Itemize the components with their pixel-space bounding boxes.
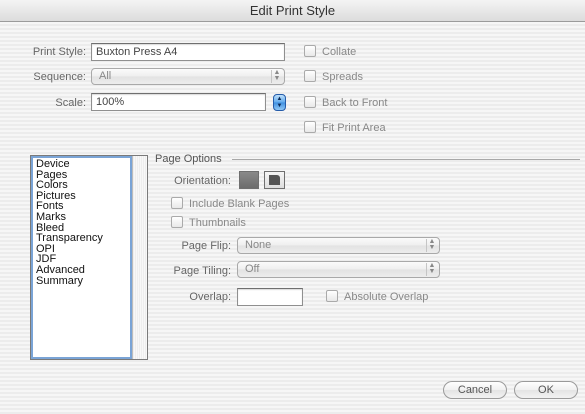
- spreads-label: Spreads: [322, 71, 363, 83]
- ok-button[interactable]: OK: [514, 381, 578, 399]
- collate-label: Collate: [322, 46, 357, 58]
- page-flip-popup-value: None: [245, 239, 272, 251]
- page-options-divider: [232, 159, 580, 160]
- thumbnails-label: Thumbnails: [189, 217, 246, 229]
- sequence-label: Sequence:: [33, 71, 86, 83]
- up-down-arrows-icon: ▲ ▼: [426, 238, 437, 252]
- thumbnails-checkbox[interactable]: Thumbnails: [171, 216, 246, 230]
- stepper-arrows-icon: ▲ ▼: [276, 96, 283, 109]
- absolute-overlap-checkbox[interactable]: Absolute Overlap: [326, 290, 428, 304]
- page-flip-label: Page Flip:: [181, 240, 231, 252]
- print-style-input[interactable]: Buxton Press A4: [91, 43, 285, 61]
- fit-print-area-label: Fit Print Area: [322, 122, 386, 134]
- checkbox-icon: [304, 45, 316, 57]
- back-to-front-label: Back to Front: [322, 97, 388, 109]
- print-settings-category-list[interactable]: Device Pages Colors Pictures Fonts Marks…: [30, 155, 148, 360]
- up-down-arrows-icon: ▲ ▼: [271, 69, 282, 83]
- checkbox-icon: [304, 96, 316, 108]
- overlap-label: Overlap:: [189, 291, 231, 303]
- back-to-front-checkbox[interactable]: Back to Front: [304, 96, 387, 110]
- print-style-label: Print Style:: [32, 46, 86, 58]
- list-item-summary[interactable]: Summary: [36, 275, 127, 287]
- portrait-icon[interactable]: [239, 171, 259, 189]
- include-blank-pages-label: Include Blank Pages: [189, 198, 290, 210]
- list-scrollbar[interactable]: [132, 156, 147, 359]
- checkbox-icon: [171, 216, 183, 228]
- scale-input[interactable]: 100%: [91, 93, 266, 111]
- overlap-input[interactable]: [237, 288, 303, 306]
- category-list-items: Device Pages Colors Pictures Fonts Marks…: [31, 156, 132, 359]
- absolute-overlap-label: Absolute Overlap: [344, 291, 429, 303]
- scale-stepper[interactable]: ▲ ▼: [273, 94, 286, 111]
- window-title: Edit Print Style: [249, 3, 336, 18]
- list-item-device[interactable]: Device: [36, 159, 127, 170]
- page-flip-popup[interactable]: None ▲ ▼: [237, 237, 440, 254]
- landscape-icon[interactable]: [264, 171, 285, 189]
- collate-checkbox[interactable]: Collate: [304, 45, 356, 59]
- page-tiling-label: Page Tiling:: [173, 265, 231, 277]
- checkbox-icon: [326, 290, 338, 302]
- sequence-popup-value: All: [99, 70, 112, 82]
- page-tiling-popup-value: Off: [245, 263, 260, 275]
- list-item-marks[interactable]: Marks: [36, 212, 127, 223]
- scale-label: Scale:: [55, 97, 86, 109]
- cancel-button[interactable]: Cancel: [443, 381, 507, 399]
- page-options-group-label: Page Options: [155, 153, 222, 165]
- window-title-bar: Edit Print Style: [0, 0, 585, 22]
- include-blank-pages-checkbox[interactable]: Include Blank Pages: [171, 197, 289, 211]
- checkbox-icon: [304, 121, 316, 133]
- page-tiling-popup[interactable]: Off ▲ ▼: [237, 261, 440, 278]
- landscape-page-shape: [269, 175, 280, 185]
- list-item-advanced[interactable]: Advanced: [36, 265, 127, 276]
- checkbox-icon: [304, 70, 316, 82]
- checkbox-icon: [171, 197, 183, 209]
- up-down-arrows-icon: ▲ ▼: [426, 262, 437, 276]
- spreads-checkbox[interactable]: Spreads: [304, 70, 363, 84]
- fit-print-area-checkbox[interactable]: Fit Print Area: [304, 121, 386, 135]
- sequence-popup[interactable]: All ▲ ▼: [91, 68, 285, 85]
- orientation-label: Orientation:: [174, 175, 231, 187]
